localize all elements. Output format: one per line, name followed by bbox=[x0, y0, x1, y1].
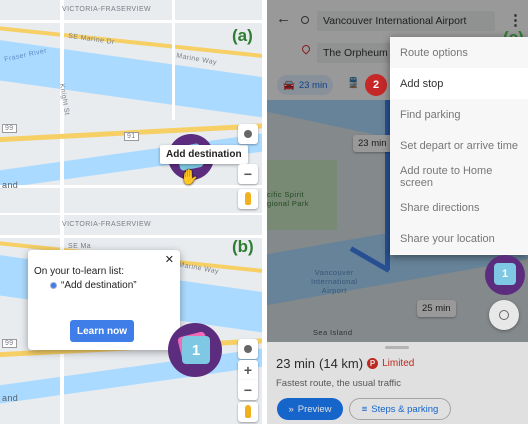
map-label: SE Ma bbox=[68, 243, 92, 250]
radio-dot-icon bbox=[50, 282, 57, 289]
map-a[interactable]: VICTORIA-FRASERVIEW SE Marine Dr Fraser … bbox=[0, 0, 262, 213]
step-number-badge: 2 bbox=[365, 74, 387, 96]
zoom-in-button[interactable]: + bbox=[238, 360, 258, 380]
popup-list-item: “Add destination” bbox=[50, 280, 137, 291]
badge-number: 1 bbox=[182, 336, 210, 364]
map-label: and bbox=[2, 180, 19, 190]
learning-badge[interactable]: 1 bbox=[485, 255, 525, 295]
route-shield: 99 bbox=[2, 124, 17, 133]
pegman-icon[interactable] bbox=[238, 402, 258, 422]
close-icon[interactable]: ✕ bbox=[165, 253, 174, 266]
road bbox=[0, 185, 262, 188]
pegman-icon[interactable] bbox=[238, 189, 258, 209]
popup-heading: On your to-learn list: bbox=[34, 266, 125, 277]
hand-cursor-icon: ✋ bbox=[180, 169, 199, 186]
map-label: VICTORIA-FRASERVIEW bbox=[62, 6, 152, 13]
route-shield: 91 bbox=[124, 132, 139, 141]
menu-item-find-parking[interactable]: Find parking bbox=[390, 99, 528, 130]
sheet-dim bbox=[267, 342, 528, 424]
my-location-button[interactable] bbox=[238, 339, 258, 359]
route-shield: 99 bbox=[2, 339, 17, 348]
panel-a: VICTORIA-FRASERVIEW SE Marine Dr Fraser … bbox=[0, 0, 262, 213]
learn-now-button[interactable]: Learn now bbox=[70, 320, 134, 342]
badge-number: 1 bbox=[494, 263, 516, 285]
zoom-out-button[interactable]: − bbox=[238, 164, 258, 184]
panel-tag: (b) bbox=[232, 237, 254, 256]
map-label: Marine Way bbox=[175, 52, 218, 67]
location-target-icon bbox=[244, 345, 252, 353]
map-label: SE Marine Dr bbox=[67, 32, 116, 47]
learning-badge[interactable]: 1 bbox=[168, 323, 222, 377]
recenter-button[interactable] bbox=[489, 300, 519, 330]
menu-item-set-time[interactable]: Set depart or arrive time bbox=[390, 130, 528, 161]
menu-item-share-directions[interactable]: Share directions bbox=[390, 192, 528, 223]
panel-b: VICTORIA-FRASERVIEW SE Ma Marine Way 99 … bbox=[0, 215, 262, 424]
my-location-button[interactable] bbox=[238, 124, 258, 144]
compass-icon bbox=[499, 310, 509, 320]
road bbox=[0, 20, 262, 23]
list-item-label: “Add destination” bbox=[61, 280, 137, 291]
road bbox=[172, 0, 175, 120]
map-label: and bbox=[2, 393, 19, 403]
menu-item-add-stop[interactable]: Add stop bbox=[390, 68, 528, 99]
to-learn-popup: ✕ On your to-learn list: “Add destinatio… bbox=[28, 250, 180, 350]
map-label: VICTORIA-FRASERVIEW bbox=[62, 221, 152, 228]
menu-item-add-home[interactable]: Add route to Home screen bbox=[390, 161, 528, 192]
road bbox=[0, 235, 262, 238]
menu-item-route-options[interactable]: Route options bbox=[390, 37, 528, 68]
location-target-icon bbox=[244, 130, 252, 138]
overflow-menu: Route options Add stop Find parking Set … bbox=[390, 37, 528, 255]
add-destination-tooltip: Add destination bbox=[160, 145, 248, 164]
menu-item-share-location[interactable]: Share your location bbox=[390, 223, 528, 254]
figure: VICTORIA-FRASERVIEW SE Marine Dr Fraser … bbox=[0, 0, 528, 424]
panel-c: 23 min 25 min cific Spirit gional Park V… bbox=[267, 0, 528, 424]
zoom-out-button[interactable]: − bbox=[238, 380, 258, 400]
panel-tag: (a) bbox=[232, 26, 253, 45]
